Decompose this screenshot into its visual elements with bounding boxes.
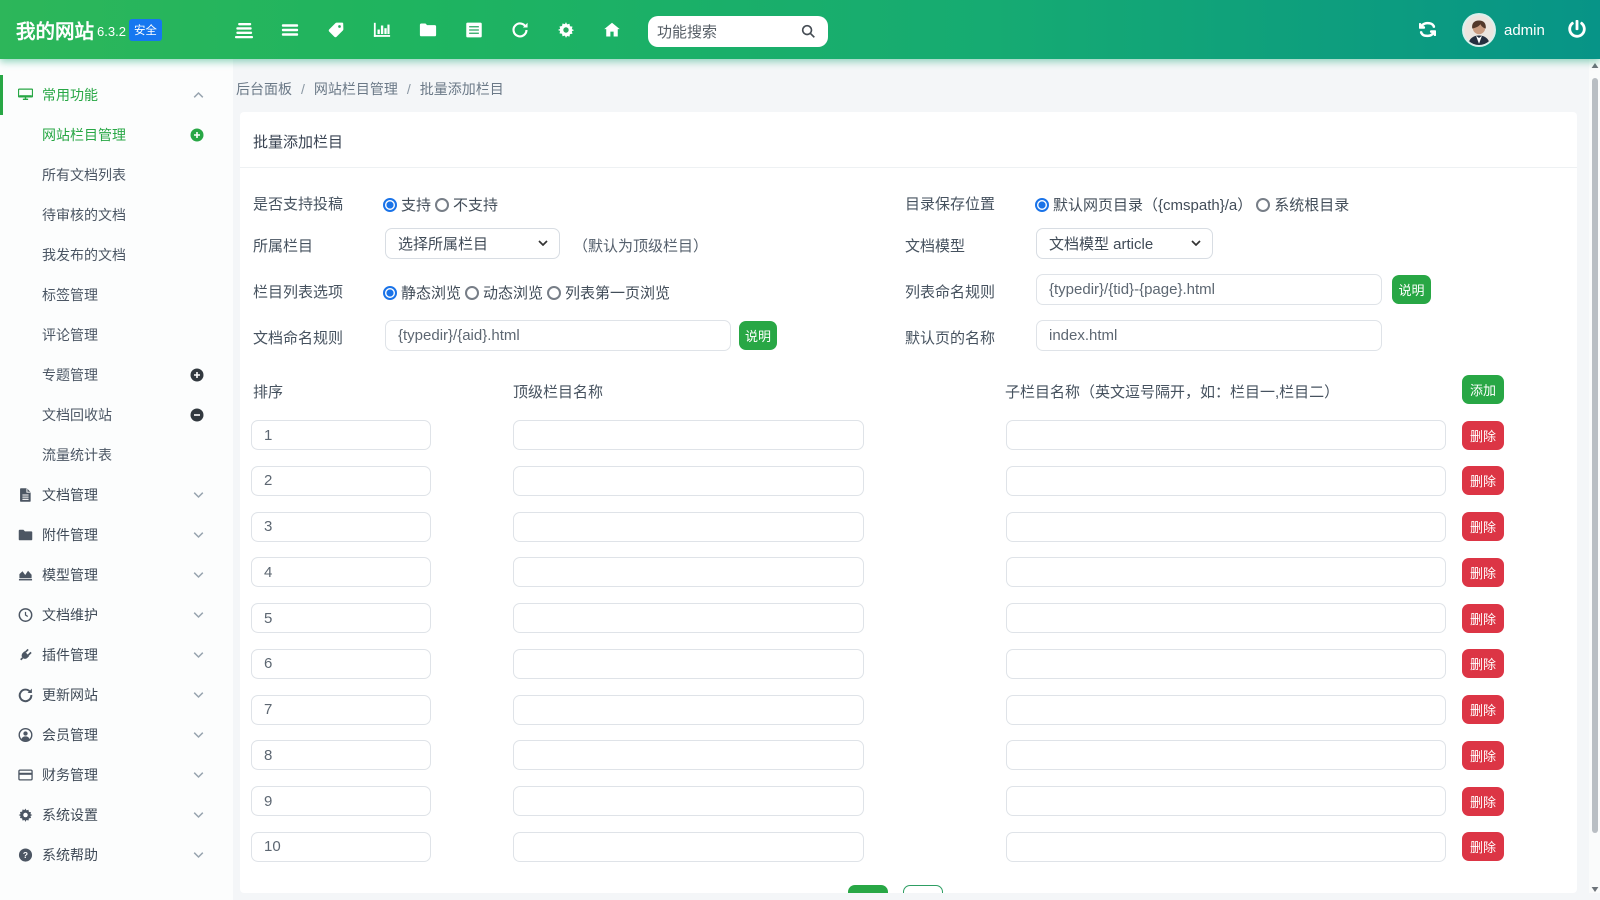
svg-text:?: ? (23, 850, 28, 860)
